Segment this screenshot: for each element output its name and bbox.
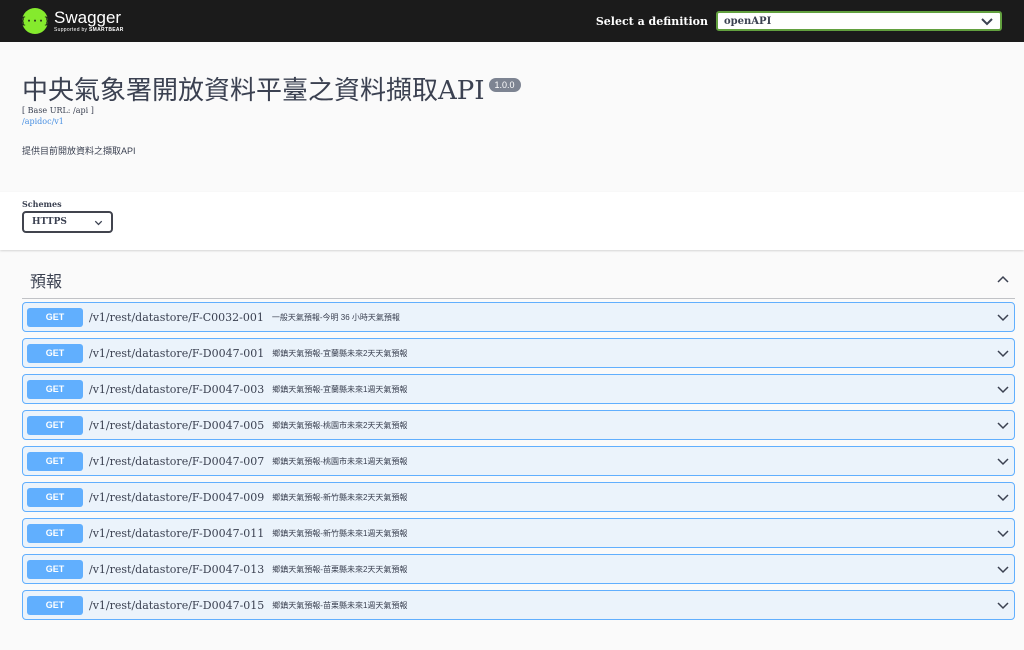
operations-list: GET/v1/rest/datastore/F-C0032-001 一般天氣預報-…	[22, 302, 1015, 620]
method-badge: GET	[27, 343, 83, 363]
operation-summary: 鄉鎮天氣預報-苗栗縣未來1週天氣預報	[272, 600, 408, 610]
top-bar: {···} Swagger Supported by SMARTBEAR Sel…	[0, 0, 1024, 42]
tag-header[interactable]: 預報	[22, 262, 1015, 299]
tag-section: 預報 GET/v1/rest/datastore/F-C0032-001 一般天氣…	[0, 250, 1024, 620]
spec-link[interactable]: /apidoc/v1	[22, 117, 1002, 126]
chevron-down-icon[interactable]	[996, 310, 1010, 324]
operation-path[interactable]: /v1/rest/datastore/F-D0047-013	[89, 563, 264, 576]
operation-summary: 鄉鎮天氣預報-苗栗縣未來2天天氣預報	[272, 564, 408, 574]
definition-value: openAPI	[724, 15, 772, 27]
logo-sub-prefix: Supported by	[54, 27, 90, 33]
version-badge: 1.0.0	[488, 78, 521, 92]
chevron-up-icon[interactable]	[996, 273, 1010, 287]
swagger-logo[interactable]: {···} Swagger Supported by SMARTBEAR	[20, 8, 124, 34]
chevron-down-icon[interactable]	[996, 490, 1010, 504]
operation-row[interactable]: GET/v1/rest/datastore/F-D0047-013 鄉鎮天氣預報-…	[22, 554, 1015, 584]
operation-row[interactable]: GET/v1/rest/datastore/F-D0047-009 鄉鎮天氣預報-…	[22, 482, 1015, 512]
operation-path[interactable]: /v1/rest/datastore/F-D0047-009	[89, 491, 264, 504]
chevron-down-icon[interactable]	[996, 346, 1010, 360]
chevron-down-icon[interactable]	[996, 418, 1010, 432]
definition-label: Select a definition	[595, 14, 708, 28]
operation-row[interactable]: GET/v1/rest/datastore/F-D0047-015 鄉鎮天氣預報-…	[22, 590, 1015, 620]
api-info: 中央氣象署開放資料平臺之資料擷取API 1.0.0 [ Base URL: /a…	[0, 42, 1024, 192]
operation-row[interactable]: GET/v1/rest/datastore/F-D0047-007 鄉鎮天氣預報-…	[22, 446, 1015, 476]
tag-name: 預報	[30, 272, 63, 291]
chevron-down-icon[interactable]	[996, 598, 1010, 612]
method-badge: GET	[27, 559, 83, 579]
method-badge: GET	[27, 595, 83, 615]
operation-summary: 鄉鎮天氣預報-宜蘭縣未來2天天氣預報	[272, 348, 408, 358]
operation-summary: 鄉鎮天氣預報-宜蘭縣未來1週天氣預報	[272, 384, 408, 394]
schemes-select[interactable]: HTTPS	[22, 211, 113, 233]
schemes-panel: Schemes HTTPS	[0, 192, 1024, 250]
operation-path[interactable]: /v1/rest/datastore/F-C0032-001	[89, 311, 264, 324]
method-badge: GET	[27, 415, 83, 435]
operation-path[interactable]: /v1/rest/datastore/F-D0047-007	[89, 455, 264, 468]
schemes-value: HTTPS	[32, 217, 67, 227]
operation-path[interactable]: /v1/rest/datastore/F-D0047-015	[89, 599, 264, 612]
logo-sub: Supported by SMARTBEAR	[54, 28, 124, 33]
method-badge: GET	[27, 379, 83, 399]
logo-sub-brand: SMARTBEAR	[89, 27, 124, 33]
chevron-down-icon	[94, 220, 103, 225]
base-url: [ Base URL: /api ]	[22, 106, 94, 115]
operation-row[interactable]: GET/v1/rest/datastore/F-C0032-001 一般天氣預報-…	[22, 302, 1015, 332]
chevron-down-icon[interactable]	[996, 562, 1010, 576]
method-badge: GET	[27, 451, 83, 471]
operation-path[interactable]: /v1/rest/datastore/F-D0047-005	[89, 419, 264, 432]
operation-summary: 鄉鎮天氣預報-桃園市未來1週天氣預報	[272, 456, 408, 466]
schemes-label: Schemes	[22, 199, 62, 209]
method-badge: GET	[27, 307, 83, 327]
title-row: 中央氣象署開放資料平臺之資料擷取API 1.0.0	[22, 78, 1002, 104]
chevron-down-icon	[981, 18, 993, 26]
method-badge: GET	[27, 487, 83, 507]
method-badge: GET	[27, 523, 83, 543]
operation-summary: 一般天氣預報-今明 36 小時天氣預報	[271, 312, 400, 322]
operation-summary: 鄉鎮天氣預報-新竹縣未來2天天氣預報	[272, 492, 408, 502]
operation-path[interactable]: /v1/rest/datastore/F-D0047-011	[89, 527, 264, 540]
definition-select[interactable]: openAPI	[716, 11, 1002, 31]
operation-summary: 鄉鎮天氣預報-桃園市未來2天天氣預報	[272, 420, 408, 430]
api-description: 提供目前開放資料之擷取API	[22, 146, 136, 156]
operation-row[interactable]: GET/v1/rest/datastore/F-D0047-001 鄉鎮天氣預報-…	[22, 338, 1015, 368]
logo-name: Swagger	[54, 8, 122, 27]
operation-row[interactable]: GET/v1/rest/datastore/F-D0047-005 鄉鎮天氣預報-…	[22, 410, 1015, 440]
definition-selector: Select a definition openAPI	[596, 11, 1002, 31]
swagger-logo-icon: {···}	[20, 8, 50, 34]
operation-row[interactable]: GET/v1/rest/datastore/F-D0047-003 鄉鎮天氣預報-…	[22, 374, 1015, 404]
chevron-down-icon[interactable]	[996, 382, 1010, 396]
operation-summary: 鄉鎮天氣預報-新竹縣未來1週天氣預報	[272, 528, 408, 538]
operation-row[interactable]: GET/v1/rest/datastore/F-D0047-011 鄉鎮天氣預報-…	[22, 518, 1015, 548]
chevron-down-icon[interactable]	[996, 454, 1010, 468]
page-title: 中央氣象署開放資料平臺之資料擷取API	[22, 76, 485, 106]
operation-path[interactable]: /v1/rest/datastore/F-D0047-001	[89, 347, 264, 360]
logo-text: Swagger Supported by SMARTBEAR	[54, 9, 124, 33]
chevron-down-icon[interactable]	[996, 526, 1010, 540]
operation-path[interactable]: /v1/rest/datastore/F-D0047-003	[89, 383, 264, 396]
